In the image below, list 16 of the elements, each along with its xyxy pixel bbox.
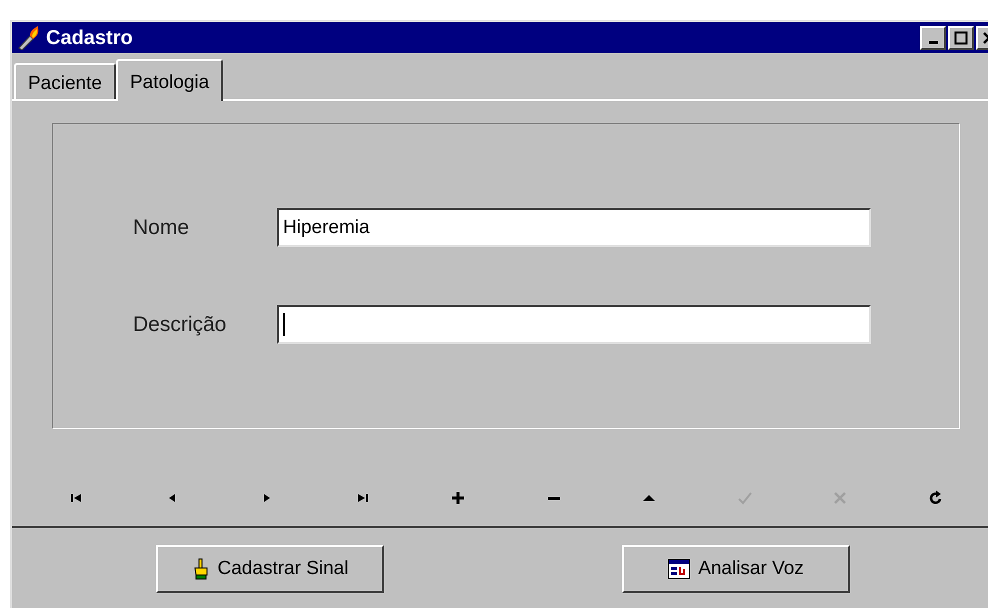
window-title: Cadastro [46, 26, 133, 50]
maximize-button[interactable] [948, 26, 974, 50]
input-field[interactable] [277, 305, 871, 344]
field-label: Nome [133, 214, 190, 241]
text-cursor [283, 313, 285, 336]
hand-icon [192, 558, 210, 580]
input-field[interactable]: Hiperemia [277, 208, 871, 247]
minimize-button[interactable] [920, 26, 946, 50]
action-button[interactable]: Analisar Voz [622, 545, 850, 593]
action-button[interactable]: Cadastrar Sinal [156, 545, 384, 593]
maximize-icon [954, 30, 968, 44]
field-label: Descrição [133, 312, 228, 338]
minimize-icon [928, 41, 938, 44]
tab[interactable]: Patologia [116, 59, 224, 101]
chart-window-icon [668, 559, 690, 579]
tab[interactable]: Paciente [14, 63, 116, 99]
